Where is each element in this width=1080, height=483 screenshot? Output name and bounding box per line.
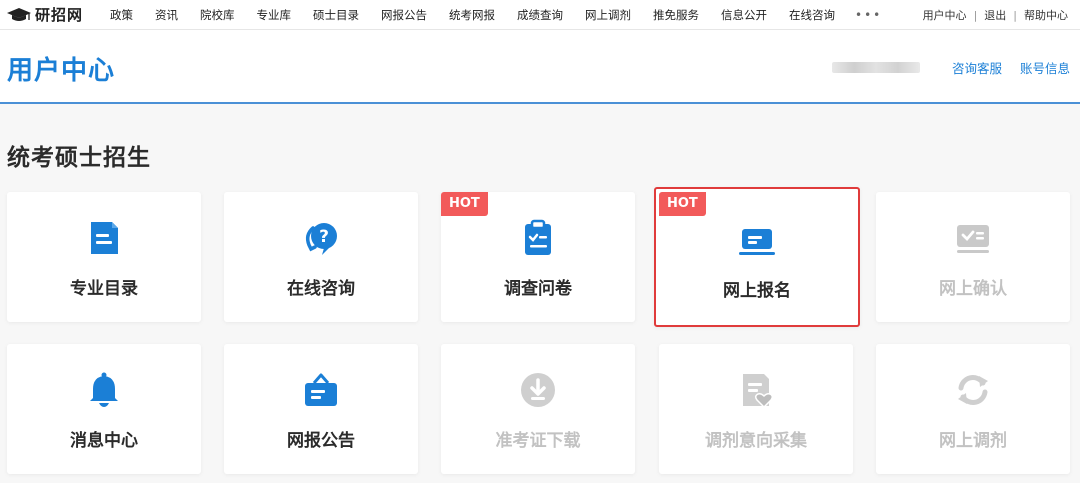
document-heart-icon	[743, 374, 774, 409]
nav-item-online-adjustment[interactable]: 网上调剂	[585, 7, 631, 23]
bell-icon	[90, 372, 118, 407]
card-label: 调剂意向采集	[705, 431, 807, 451]
card-label: 调查问卷	[504, 279, 572, 299]
consult-service-link[interactable]: 咨询客服	[952, 58, 1002, 77]
card-message-center[interactable]: 消息中心	[7, 344, 201, 474]
more-icon[interactable]: •••	[855, 8, 882, 22]
refresh-icon	[958, 375, 988, 405]
document-icon	[91, 222, 118, 254]
nav-item-master-catalog[interactable]: 硕士目录	[313, 7, 359, 23]
card-major-catalog[interactable]: 专业目录	[7, 192, 201, 322]
nav-item-score-query[interactable]: 成绩查询	[517, 7, 563, 23]
help-center-link[interactable]: 帮助中心	[1024, 7, 1068, 23]
download-icon	[521, 373, 555, 407]
question-chat-icon: ?	[305, 223, 337, 255]
divider: |	[973, 8, 978, 22]
laptop-icon	[739, 229, 775, 255]
card-label: 网上确认	[939, 279, 1007, 299]
hot-badge: HOT	[659, 192, 706, 216]
card-label: 准考证下载	[495, 431, 581, 451]
user-center-link[interactable]: 用户中心	[923, 7, 967, 23]
card-online-confirm[interactable]: 网上确认	[876, 192, 1070, 322]
card-admission-ticket-download[interactable]: 准考证下载	[441, 344, 635, 474]
card-registration-notice[interactable]: 网报公告	[224, 344, 418, 474]
notice-board-icon	[305, 373, 337, 406]
nav-item-info-disclosure[interactable]: 信息公开	[721, 7, 767, 23]
main-nav: 政策 资讯 院校库 专业库 硕士目录 网报公告 统考网报 成绩查询 网上调剂 推…	[110, 7, 882, 23]
card-label: 消息中心	[70, 431, 138, 451]
clipboard-check-icon	[525, 219, 551, 255]
card-survey[interactable]: HOT 调查问卷	[441, 192, 635, 322]
page-title: 用户中心	[7, 56, 116, 86]
divider: |	[1013, 8, 1017, 22]
card-adjustment-intention[interactable]: 调剂意向采集	[659, 344, 853, 474]
card-label: 网上调剂	[939, 431, 1007, 451]
logout-link[interactable]: 退出	[984, 7, 1006, 23]
id-card-check-icon	[957, 225, 989, 253]
card-online-registration[interactable]: HOT 网上报名	[654, 187, 860, 327]
site-logo[interactable]: 研招网	[6, 4, 110, 25]
nav-item-online-consult[interactable]: 在线咨询	[789, 7, 835, 23]
card-online-consult[interactable]: ? 在线咨询	[224, 192, 418, 322]
section-title: 统考硕士招生	[7, 145, 151, 171]
nav-item-majors[interactable]: 专业库	[257, 7, 292, 23]
nav-item-policy[interactable]: 政策	[110, 7, 133, 23]
hot-badge: HOT	[441, 192, 488, 216]
page-header: 用户中心 咨询客服 账号信息	[0, 30, 1080, 104]
nav-item-schools[interactable]: 院校库	[200, 7, 235, 23]
username-blurred	[831, 62, 920, 73]
nav-item-announcements[interactable]: 网报公告	[381, 7, 427, 23]
graduation-cap-icon	[7, 7, 31, 21]
card-label: 网报公告	[287, 431, 355, 451]
top-nav-bar: 研招网 政策 资讯 院校库 专业库 硕士目录 网报公告 统考网报 成绩查询 网上…	[0, 0, 1080, 30]
card-online-adjustment[interactable]: 网上调剂	[876, 344, 1070, 474]
card-label: 在线咨询	[287, 279, 355, 299]
nav-item-unified-registration[interactable]: 统考网报	[449, 7, 495, 23]
header-actions: 咨询客服 账号信息	[831, 58, 1070, 77]
svg-text:?: ?	[319, 227, 329, 247]
top-nav-user-links: 用户中心 | 退出 | 帮助中心	[923, 0, 1068, 30]
account-info-link[interactable]: 账号信息	[1020, 58, 1070, 77]
logo-text: 研招网	[35, 6, 84, 24]
nav-item-news[interactable]: 资讯	[155, 7, 178, 23]
card-label: 网上报名	[723, 281, 791, 301]
card-label: 专业目录	[70, 279, 138, 299]
nav-item-recommendation[interactable]: 推免服务	[653, 7, 699, 23]
